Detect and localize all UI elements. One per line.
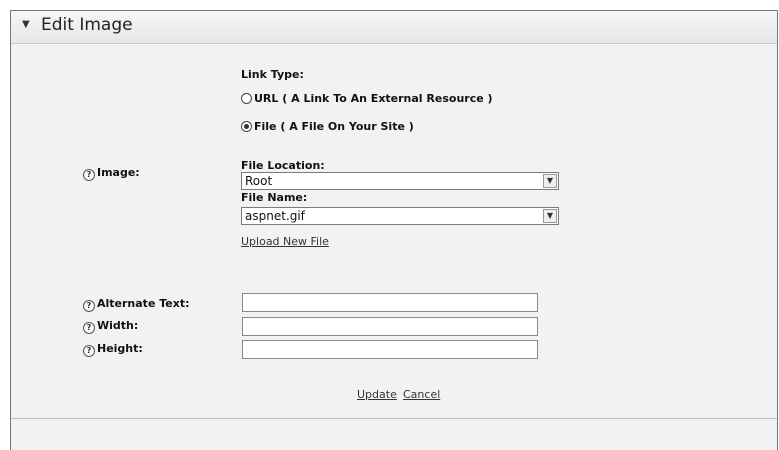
help-icon[interactable]: ?: [83, 300, 95, 312]
panel-header[interactable]: ▼ Edit Image: [11, 11, 777, 44]
height-input[interactable]: [242, 340, 538, 359]
help-icon[interactable]: ?: [83, 322, 95, 334]
width-label: Width:: [97, 319, 139, 332]
file-location-select[interactable]: Root ▼: [241, 172, 559, 190]
panel-title: Edit Image: [41, 15, 133, 35]
file-name-select[interactable]: aspnet.gif ▼: [241, 207, 559, 225]
chevron-down-icon[interactable]: ▼: [543, 209, 557, 223]
alternate-text-label: Alternate Text:: [97, 297, 190, 310]
file-name-label: File Name:: [241, 191, 308, 204]
alternate-text-label-row: ? Alternate Text:: [83, 297, 190, 312]
radio-file[interactable]: [241, 121, 252, 132]
image-label: Image:: [97, 166, 140, 179]
radio-file-label: File ( A File On Your Site ): [254, 120, 414, 133]
image-label-row: ? Image:: [83, 166, 140, 181]
link-type-label: Link Type:: [241, 68, 304, 81]
footer-divider: [11, 418, 777, 419]
height-label-row: ? Height:: [83, 342, 143, 357]
radio-file-option[interactable]: File ( A File On Your Site ): [241, 120, 414, 133]
help-icon[interactable]: ?: [83, 169, 95, 181]
radio-url-option[interactable]: URL ( A Link To An External Resource ): [241, 92, 493, 105]
collapse-triangle-icon[interactable]: ▼: [22, 19, 30, 30]
chevron-down-icon[interactable]: ▼: [543, 174, 557, 188]
upload-new-file-link[interactable]: Upload New File: [241, 235, 329, 248]
file-location-label: File Location:: [241, 159, 325, 172]
alternate-text-input[interactable]: [242, 293, 538, 312]
cancel-link[interactable]: Cancel: [403, 388, 440, 401]
radio-url-label: URL ( A Link To An External Resource ): [254, 92, 493, 105]
file-location-value: Root: [245, 174, 273, 188]
width-input[interactable]: [242, 317, 538, 336]
help-icon[interactable]: ?: [83, 345, 95, 357]
radio-url[interactable]: [241, 93, 252, 104]
file-name-value: aspnet.gif: [245, 209, 305, 223]
edit-image-panel: ▼ Edit Image Link Type: URL ( A Link To …: [10, 10, 778, 450]
width-label-row: ? Width:: [83, 319, 138, 334]
update-link[interactable]: Update: [357, 388, 397, 401]
height-label: Height:: [97, 342, 143, 355]
